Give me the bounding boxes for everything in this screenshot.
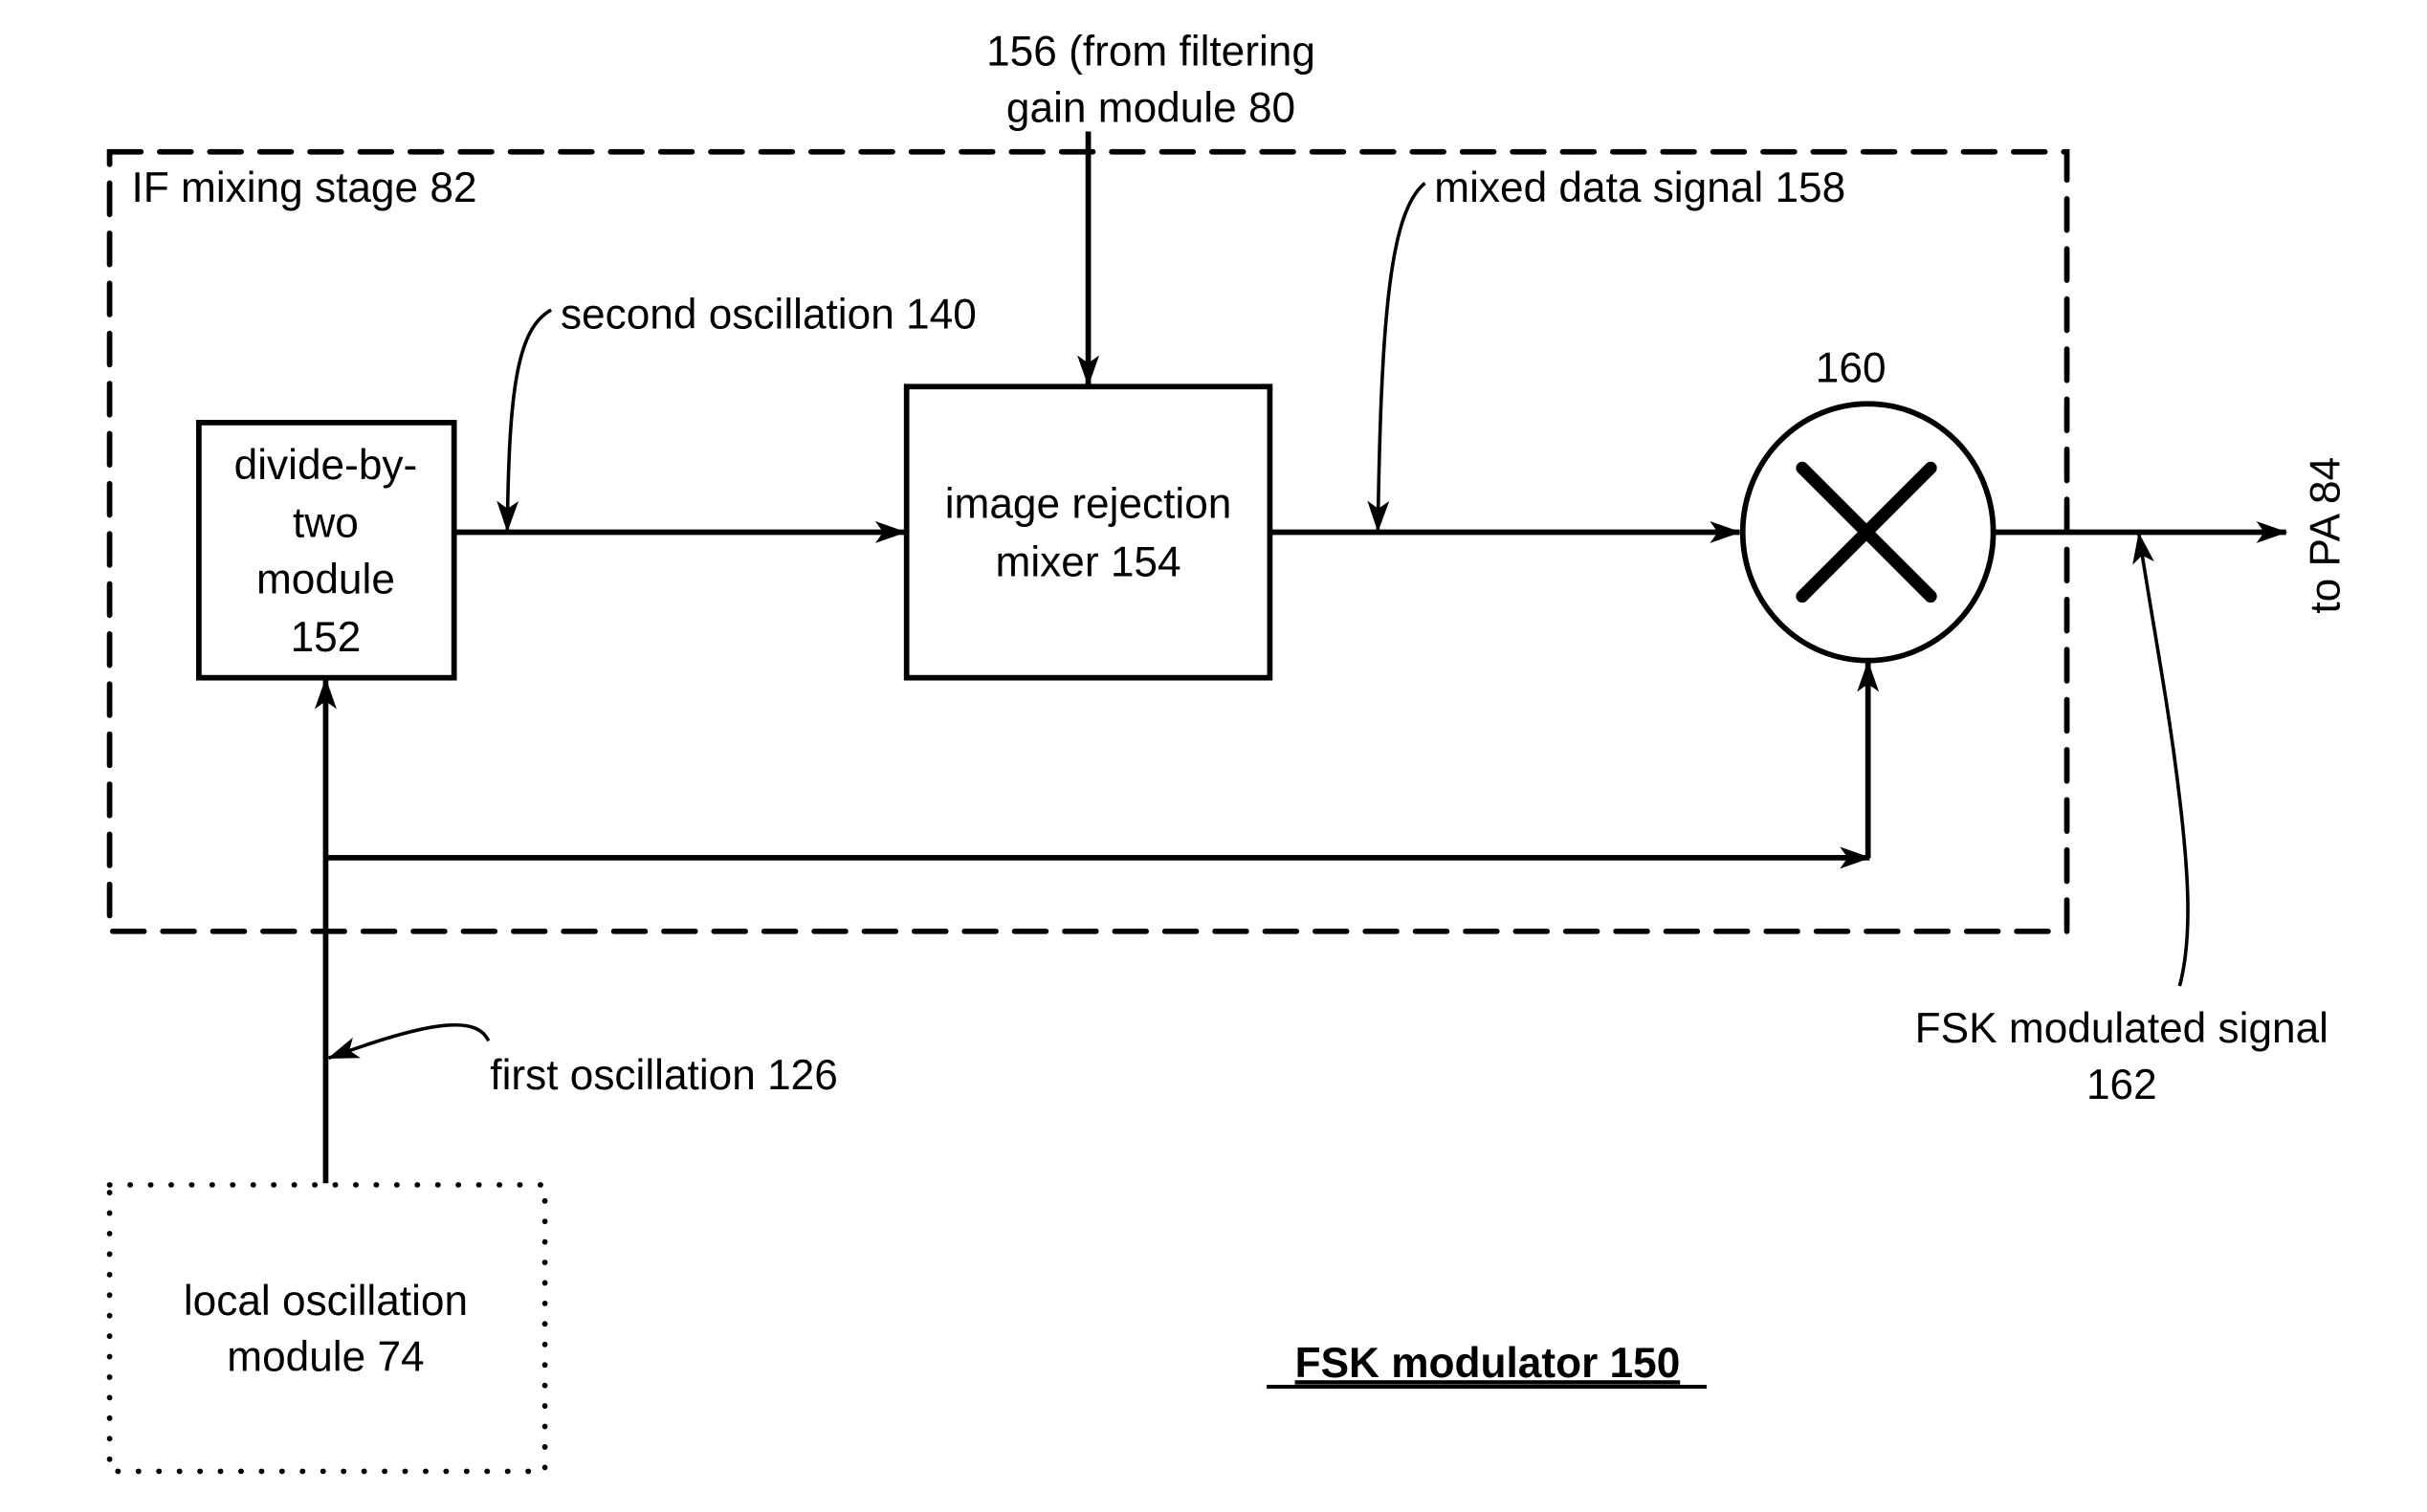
mixed-data-signal-label: mixed data signal 158	[1434, 164, 1845, 211]
image-rejection-mixer[interactable]: image rejection mixer 154	[903, 383, 1273, 681]
figure-title: FSK modulator 150	[1295, 1340, 1681, 1387]
second-oscillation-leader	[496, 308, 553, 533]
local-oscillation-module[interactable]: local oscillation module 74	[106, 1182, 548, 1475]
if-mixing-stage-label: IF mixing stage 82	[131, 164, 476, 211]
irm-line2: mixer 154	[996, 538, 1181, 585]
fsk-modulator-diagram: IF mixing stage 82 156 (from filtering g…	[106, 29, 2349, 1475]
multiplier-160[interactable]	[1739, 401, 1997, 664]
irm-line1: image rejection	[945, 481, 1232, 528]
fsk-output-label-line1: FSK modulated signal	[1915, 1005, 2328, 1052]
to-pa-label: to PA 84	[2302, 457, 2349, 614]
divider-line4: 152	[291, 614, 362, 661]
first-oscillation-leader	[327, 1022, 491, 1061]
divider-line1: divide-by-	[234, 442, 418, 489]
fsk-output-label-line2: 162	[2086, 1062, 2157, 1108]
fsk-output-leader	[2132, 532, 2190, 987]
first-oscillation-label: first oscillation 126	[490, 1052, 838, 1099]
divide-by-two-module[interactable]: divide-by- two module 152	[196, 420, 457, 681]
lo-line2: module 74	[227, 1334, 424, 1381]
second-oscillation-label: second oscillation 140	[561, 292, 977, 339]
input-156-label-line1: 156 (from filtering	[986, 29, 1315, 76]
divider-line2: two	[293, 499, 359, 546]
mixed-data-signal-leader	[1367, 182, 1426, 533]
lo-line1: local oscillation	[184, 1278, 468, 1325]
divider-line3: module	[256, 556, 395, 603]
input-156-label-line2: gain module 80	[1006, 85, 1295, 132]
multiplier-ref-label: 160	[1816, 344, 1886, 391]
